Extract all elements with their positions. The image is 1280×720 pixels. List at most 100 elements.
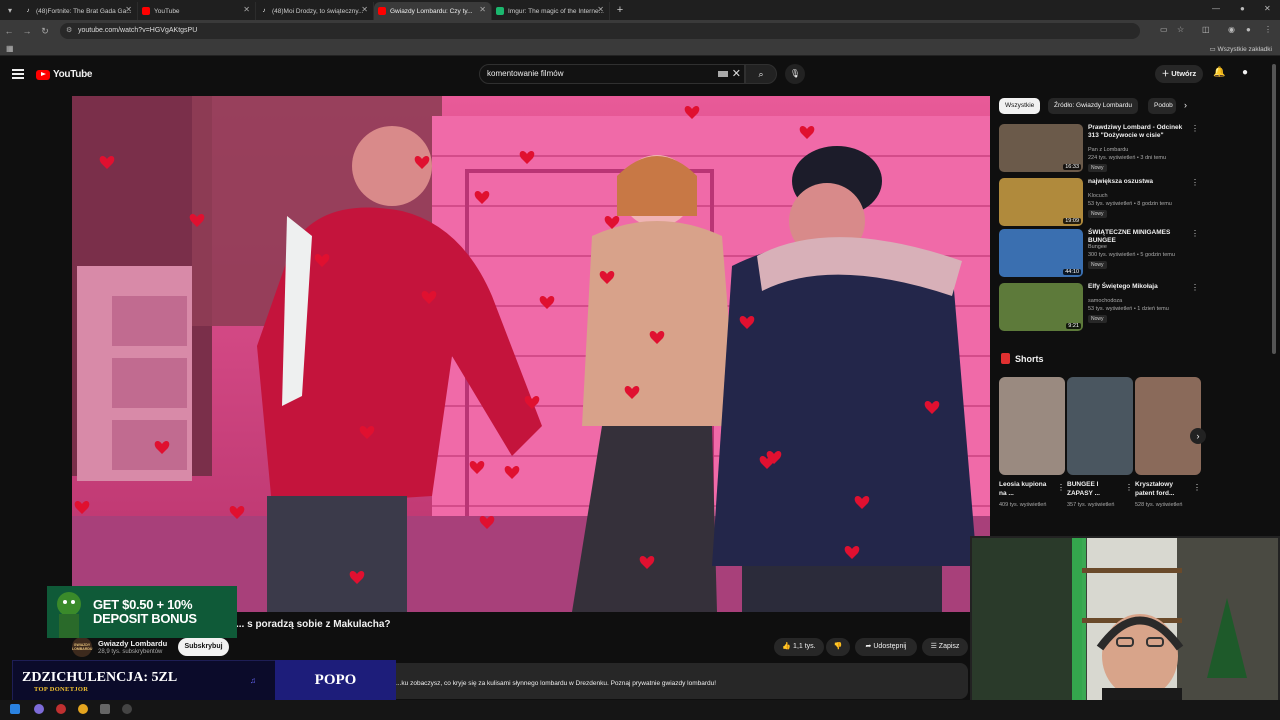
- close-tab-icon[interactable]: ✕: [125, 5, 132, 14]
- recommended-video-title[interactable]: największa oszustwa: [1088, 178, 1188, 186]
- recommended-video[interactable]: 9:21 Elfy Świętego Mikołaja samochodoza 53 …: [999, 283, 1199, 333]
- taskbar-app-icon[interactable]: [100, 704, 110, 714]
- more-options-icon[interactable]: ⋮: [1057, 483, 1065, 492]
- back-icon[interactable]: ←: [0, 26, 18, 36]
- account-icon[interactable]: ●: [1246, 25, 1251, 34]
- short-video[interactable]: Leosia kupiona na ... 409 tys. wyświetleń…: [999, 377, 1065, 527]
- chip-similar[interactable]: Podob: [1148, 98, 1176, 114]
- close-tab-icon[interactable]: ✕: [597, 5, 604, 14]
- channel-name[interactable]: Gwiazdy Lombardu: [98, 639, 167, 648]
- all-bookmarks-link[interactable]: ▭ Wszystkie zakładki: [1210, 45, 1273, 53]
- extensions-icon[interactable]: ◫: [1202, 25, 1210, 34]
- keyboard-icon[interactable]: [718, 71, 728, 77]
- taskbar-app-icon[interactable]: [122, 704, 132, 714]
- chrome-icon[interactable]: [78, 704, 88, 714]
- channel-avatar[interactable]: GWIAZDY LOMBARDU: [72, 637, 92, 657]
- recommended-channel[interactable]: Klocuch: [1088, 193, 1108, 199]
- recommended-channel[interactable]: samochodoza: [1088, 298, 1122, 304]
- minimize-icon[interactable]: —: [1212, 4, 1220, 13]
- short-title[interactable]: Kryształowy patent ford...: [1135, 480, 1191, 498]
- taskbar-app-icon[interactable]: [56, 704, 66, 714]
- dislike-button[interactable]: 👎: [826, 638, 850, 656]
- short-thumbnail[interactable]: [999, 377, 1065, 475]
- bookmark-star-icon[interactable]: ☆: [1177, 25, 1184, 34]
- browser-menu-icon[interactable]: ⋮: [1264, 25, 1272, 34]
- video-player[interactable]: [72, 96, 990, 612]
- like-button[interactable]: 👍 1,1 tys.: [774, 638, 824, 656]
- url-field[interactable]: ⚙ youtube.com/watch?v=HGVgAKtgsPU: [60, 23, 1140, 39]
- tiktok-icon: ♪: [262, 8, 266, 14]
- windows-start-icon[interactable]: [10, 704, 20, 714]
- short-video[interactable]: BUNGEE I ZAPASY ... 357 tys. wyświetleń ⋮: [1067, 377, 1133, 527]
- more-options-icon[interactable]: ⋮: [1125, 483, 1133, 492]
- page-scrollbar[interactable]: [1272, 64, 1276, 354]
- recommended-meta: 224 tys. wyświetleń • 3 dni temu: [1088, 155, 1167, 161]
- recommended-channel[interactable]: Pan z Lombardu: [1088, 147, 1128, 153]
- voice-search-button[interactable]: 🎙: [785, 64, 805, 84]
- cast-icon[interactable]: ▭: [1160, 25, 1168, 34]
- shorts-next-arrow-icon[interactable]: ›: [1190, 428, 1206, 444]
- short-video[interactable]: Kryształowy patent ford... 528 tys. wyświ…: [1135, 377, 1201, 527]
- create-button[interactable]: ＋ Utwórz: [1155, 65, 1203, 83]
- search-input[interactable]: komentowanie filmów ✕: [479, 64, 745, 84]
- notifications-bell-icon[interactable]: 🔔: [1213, 67, 1225, 78]
- browser-tab-active[interactable]: Gwiazdy Lombardu: Czy ty... ✕: [374, 2, 492, 20]
- more-options-icon[interactable]: ⋮: [1191, 229, 1199, 238]
- maximize-icon[interactable]: ●: [1240, 4, 1245, 13]
- hamburger-menu-icon[interactable]: [12, 69, 24, 79]
- short-title[interactable]: Leosia kupiona na ...: [999, 480, 1055, 498]
- chip-all[interactable]: Wszystkie: [999, 98, 1041, 114]
- microphone-icon: 🎙: [789, 69, 801, 78]
- tiktok-icon: ♪: [26, 8, 30, 14]
- more-options-icon[interactable]: ⋮: [1193, 483, 1201, 492]
- subscribe-button[interactable]: Subskrybuj: [178, 638, 229, 656]
- short-thumbnail[interactable]: [1067, 377, 1133, 475]
- browser-tab[interactable]: YouTube ✕: [138, 2, 256, 20]
- subscriber-count: 28,9 tys. subskrybentów: [98, 649, 163, 655]
- forward-icon[interactable]: →: [18, 26, 36, 36]
- recommended-video[interactable]: 19:09 największa oszustwa Klocuch 53 tys. w…: [999, 178, 1199, 228]
- recommended-video-title[interactable]: Elfy Świętego Mikołaja: [1088, 283, 1188, 291]
- close-tab-icon[interactable]: ✕: [361, 5, 368, 14]
- video-thumbnail[interactable]: 44:10: [999, 229, 1083, 277]
- more-options-icon[interactable]: ⋮: [1191, 124, 1199, 133]
- video-thumbnail[interactable]: 19:09: [999, 178, 1083, 226]
- chevron-right-icon[interactable]: ›: [1184, 100, 1187, 110]
- ad-subline: DEPOSIT BONUS: [93, 611, 197, 626]
- recommended-video-title[interactable]: Prawdziwy Lombard - Odcinek 313 "Dożywoc…: [1088, 124, 1188, 140]
- site-info-icon[interactable]: ⚙: [66, 23, 72, 39]
- recommended-video[interactable]: 16:33 Prawdziwy Lombard - Odcinek 313 "Do…: [999, 124, 1199, 174]
- more-options-icon[interactable]: ⋮: [1191, 178, 1199, 187]
- profile-icon[interactable]: ◉: [1228, 25, 1235, 34]
- short-views: 528 tys. wyświetleń: [1135, 502, 1183, 508]
- more-options-icon[interactable]: ⋮: [1191, 283, 1199, 292]
- clear-search-icon[interactable]: ✕: [732, 65, 741, 83]
- share-button[interactable]: ➦ Udostępnij: [855, 638, 917, 656]
- close-tab-icon[interactable]: ✕: [243, 5, 250, 14]
- short-views: 357 tys. wyświetleń: [1067, 502, 1115, 508]
- taskbar-app-icon[interactable]: [34, 704, 44, 714]
- youtube-logo[interactable]: YouTube: [36, 69, 93, 80]
- new-tab-button[interactable]: +: [610, 4, 630, 16]
- browser-tab[interactable]: ♪ (48)Fortnite: The Brat Gada Ga... ✕: [20, 2, 138, 20]
- account-avatar[interactable]: ●: [1242, 67, 1248, 78]
- recommended-video[interactable]: 44:10 ŚWIĄTECZNE MINIGAMES BUNGEE Bungee 30…: [999, 229, 1199, 279]
- close-tab-icon[interactable]: ✕: [479, 5, 486, 14]
- chip-source-channel[interactable]: Źródło: Gwiazdy Lombardu: [1048, 98, 1139, 114]
- tab-search-icon[interactable]: ▾: [0, 0, 20, 20]
- search-button[interactable]: ⌕: [745, 64, 777, 84]
- save-button[interactable]: ☰ Zapisz: [922, 638, 968, 656]
- close-window-icon[interactable]: ✕: [1264, 4, 1271, 13]
- short-title[interactable]: BUNGEE I ZAPASY ...: [1067, 480, 1123, 498]
- donor-subtitle: TOP DONETJOR: [34, 686, 89, 693]
- webcam-frame: [972, 538, 1278, 710]
- video-thumbnail[interactable]: 16:33: [999, 124, 1083, 172]
- browser-tab[interactable]: Imgur: The magic of the Interne... ✕: [492, 2, 610, 20]
- short-thumbnail[interactable]: [1135, 377, 1201, 475]
- recommended-video-title[interactable]: ŚWIĄTECZNE MINIGAMES BUNGEE: [1088, 229, 1188, 245]
- apps-grid-icon[interactable]: ▦: [6, 44, 14, 53]
- reload-icon[interactable]: ↻: [36, 26, 54, 37]
- browser-tab[interactable]: ♪ (48)Moi Drodzy, to świąteczny... ✕: [256, 2, 374, 20]
- recommended-channel[interactable]: Bungee: [1088, 244, 1107, 250]
- video-thumbnail[interactable]: 9:21: [999, 283, 1083, 331]
